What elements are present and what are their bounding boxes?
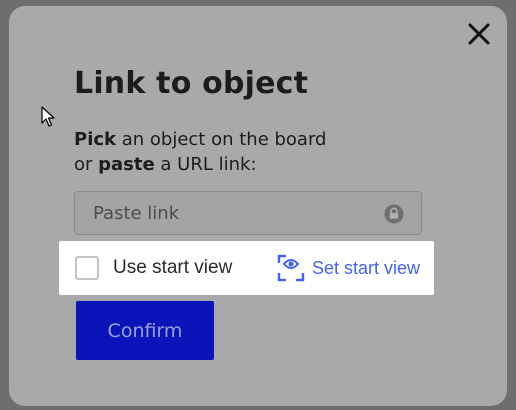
- close-button[interactable]: [465, 20, 493, 48]
- confirm-button[interactable]: Confirm: [76, 301, 214, 360]
- paste-keyword: paste: [98, 154, 155, 175]
- focus-eye-icon: [277, 254, 305, 282]
- instructions-line-1-rest: an object on the board: [116, 129, 327, 150]
- dialog-title: Link to object: [74, 66, 309, 101]
- link-input-container: [74, 191, 422, 235]
- set-start-view-button[interactable]: Set start view: [277, 252, 420, 284]
- instructions-line-2: or paste a URL link:: [74, 152, 326, 177]
- set-start-view-label[interactable]: Set start view: [312, 258, 420, 279]
- pick-keyword: Pick: [74, 129, 117, 150]
- instructions-line-2-rest: a URL link:: [154, 154, 257, 175]
- lock-icon: [384, 204, 404, 224]
- use-start-view-checkbox[interactable]: [75, 256, 99, 280]
- instructions-line-1: Pick an object on the board: [74, 127, 326, 152]
- paste-link-input[interactable]: [75, 192, 393, 234]
- link-to-object-dialog: Link to object Pick an object on the boa…: [9, 6, 507, 406]
- start-view-panel: Use start view Set start view: [59, 241, 434, 295]
- instructions-line-2-pre: or: [74, 154, 99, 175]
- use-start-view-label[interactable]: Use start view: [113, 257, 232, 279]
- instructions-text: Pick an object on the board or paste a U…: [74, 127, 326, 177]
- close-icon: [468, 23, 490, 45]
